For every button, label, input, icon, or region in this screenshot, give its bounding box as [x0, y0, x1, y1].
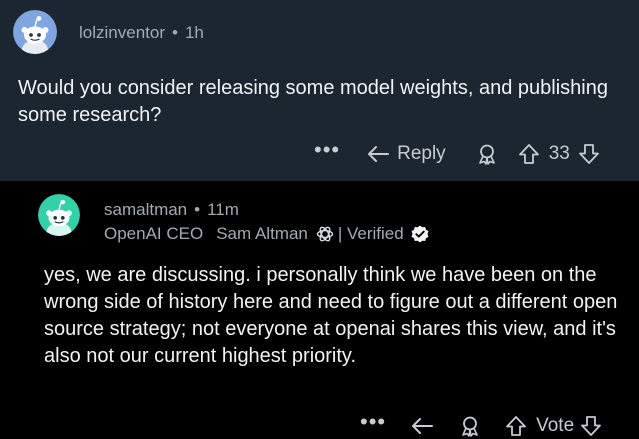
- vote-label: Vote: [536, 415, 575, 436]
- more-options-button[interactable]: •••: [360, 411, 386, 435]
- snoo-avatar-icon: [38, 194, 80, 236]
- comment-actions: ••• Reply 33: [314, 139, 600, 168]
- timestamp: 1h: [184, 23, 204, 42]
- reply-label: Reply: [397, 143, 446, 164]
- meta-separator: •: [172, 23, 178, 42]
- award-button[interactable]: [459, 415, 481, 437]
- downvote-arrow-icon: [578, 144, 599, 164]
- username[interactable]: lolzinventor: [79, 23, 165, 43]
- upvote-button[interactable]: [505, 415, 527, 437]
- reply-arrow-icon: [412, 418, 434, 434]
- timestamp: 11m: [207, 200, 239, 219]
- flair-verified: | Verified: [337, 224, 404, 243]
- downvote-button[interactable]: [578, 143, 600, 165]
- reply-comment: samaltman • 11m OpenAI CEO Sam Altman | …: [0, 181, 639, 439]
- parent-comment: lolzinventor • 1h Would you consider rel…: [0, 0, 639, 181]
- reply-button[interactable]: Reply: [367, 143, 446, 165]
- comment-meta: samaltman • 11m: [104, 200, 239, 220]
- upvote-button[interactable]: [518, 143, 540, 165]
- username[interactable]: samaltman: [104, 200, 187, 220]
- more-options-button[interactable]: •••: [314, 139, 340, 163]
- vote-count: 33: [548, 143, 570, 164]
- comment-thread: lolzinventor • 1h Would you consider rel…: [0, 0, 639, 439]
- downvote-arrow-icon: [581, 416, 602, 436]
- comment-meta: lolzinventor • 1h: [79, 23, 204, 43]
- avatar[interactable]: [38, 194, 80, 236]
- award-icon: [462, 416, 478, 437]
- snoo-avatar-icon: [13, 10, 57, 54]
- reply-arrow-icon: [368, 146, 390, 162]
- avatar[interactable]: [13, 10, 57, 54]
- flair-title: OpenAI CEO: [104, 224, 204, 243]
- comment-body: Would you consider releasing some model …: [18, 77, 608, 126]
- openai-logo-icon: [316, 226, 334, 242]
- reply-button[interactable]: [411, 416, 435, 436]
- user-flair: OpenAI CEO Sam Altman | Verified: [104, 224, 430, 244]
- verified-badge-icon: [411, 225, 429, 243]
- comment-actions: ••• Vote: [360, 411, 602, 439]
- upvote-arrow-icon: [518, 144, 539, 164]
- award-button[interactable]: [476, 143, 498, 165]
- downvote-button[interactable]: [580, 415, 602, 437]
- upvote-arrow-icon: [506, 416, 527, 436]
- meta-separator: •: [194, 200, 201, 219]
- award-icon: [478, 144, 495, 165]
- flair-name: Sam Altman: [216, 224, 308, 243]
- comment-body: yes, we are discussing. i personally thi…: [44, 264, 618, 367]
